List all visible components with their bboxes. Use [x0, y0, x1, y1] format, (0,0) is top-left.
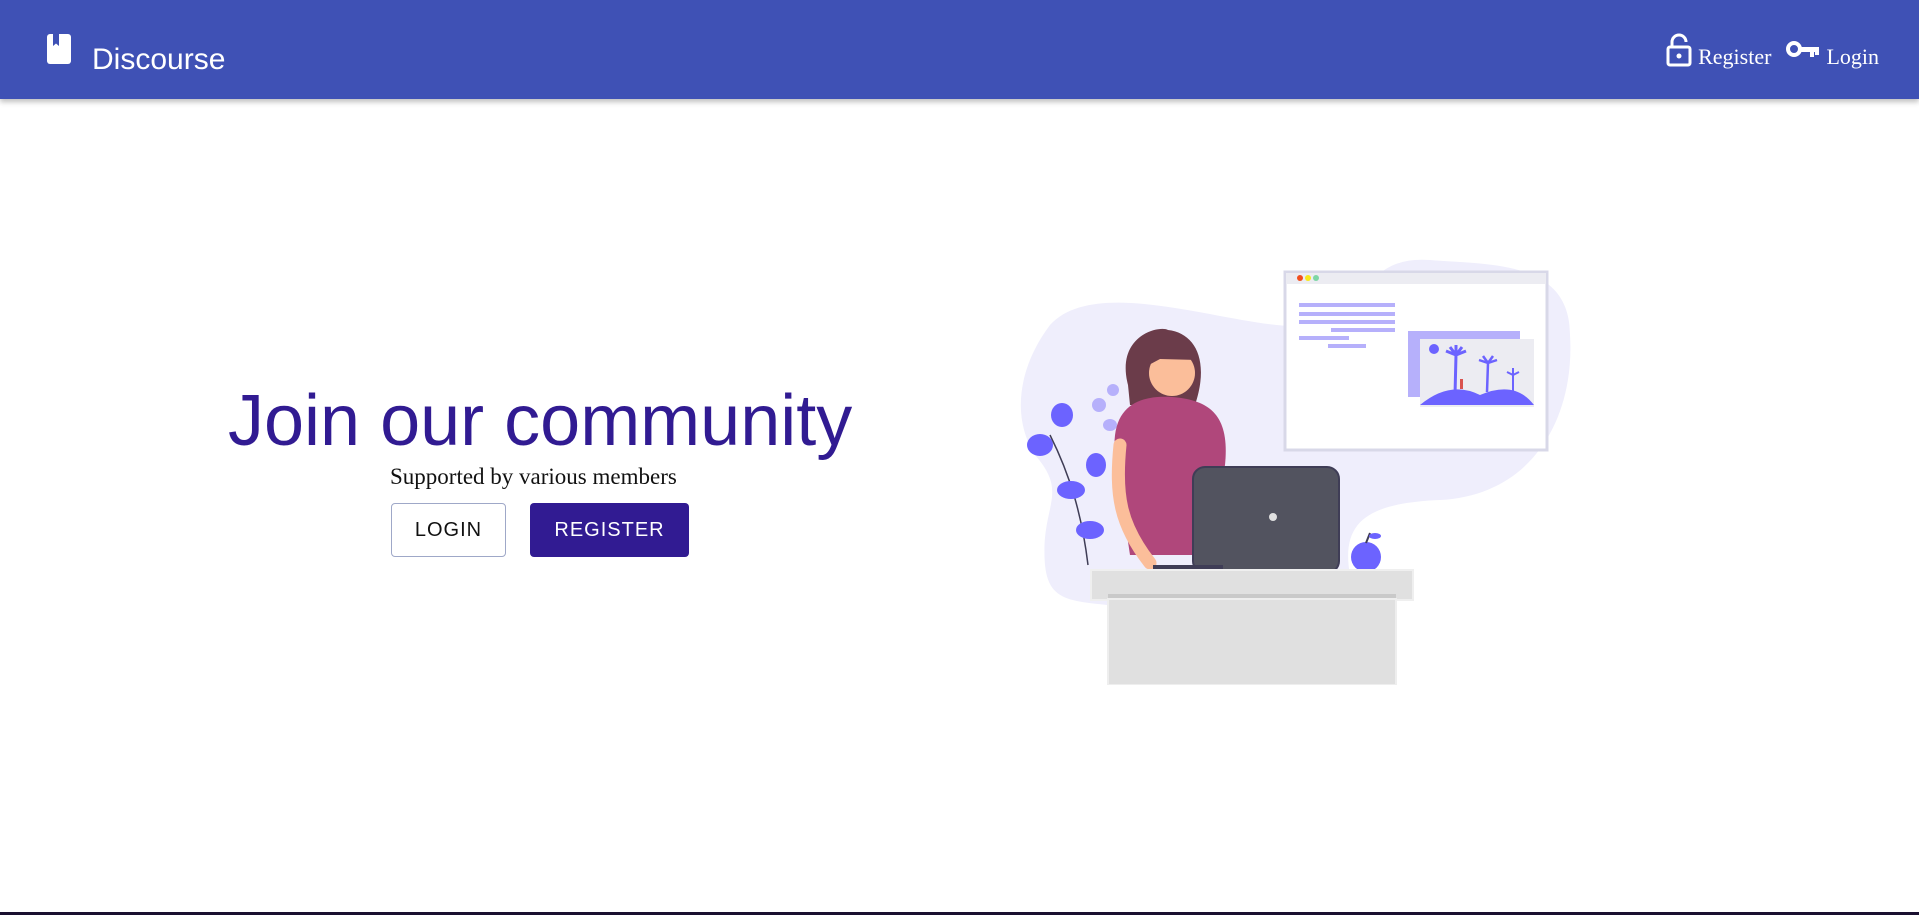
browser-window-graphic [1283, 270, 1549, 452]
nav-register-label: Register [1698, 44, 1772, 69]
brand-name: Discourse [92, 43, 226, 76]
nav-register-link[interactable]: Register [1666, 30, 1771, 70]
key-icon [1786, 41, 1820, 57]
apple-graphic [1351, 532, 1381, 572]
brand[interactable]: Discourse [47, 27, 225, 75]
top-nav: Register Login [1666, 30, 1879, 70]
hero-subtitle: Supported by various members [390, 464, 677, 489]
nav-login-link[interactable]: Login [1786, 30, 1879, 70]
nav-login-label: Login [1826, 44, 1879, 69]
bookmark-book-icon [47, 34, 71, 64]
app-bar: Discourse Register Login [0, 0, 1919, 99]
hero-title: Join our community [228, 381, 853, 461]
lock-open-icon [1666, 33, 1692, 67]
desk-graphic [1090, 569, 1414, 685]
login-button[interactable]: LOGIN [391, 503, 506, 557]
register-button[interactable]: REGISTER [530, 503, 689, 557]
hero-illustration [1020, 259, 1571, 685]
